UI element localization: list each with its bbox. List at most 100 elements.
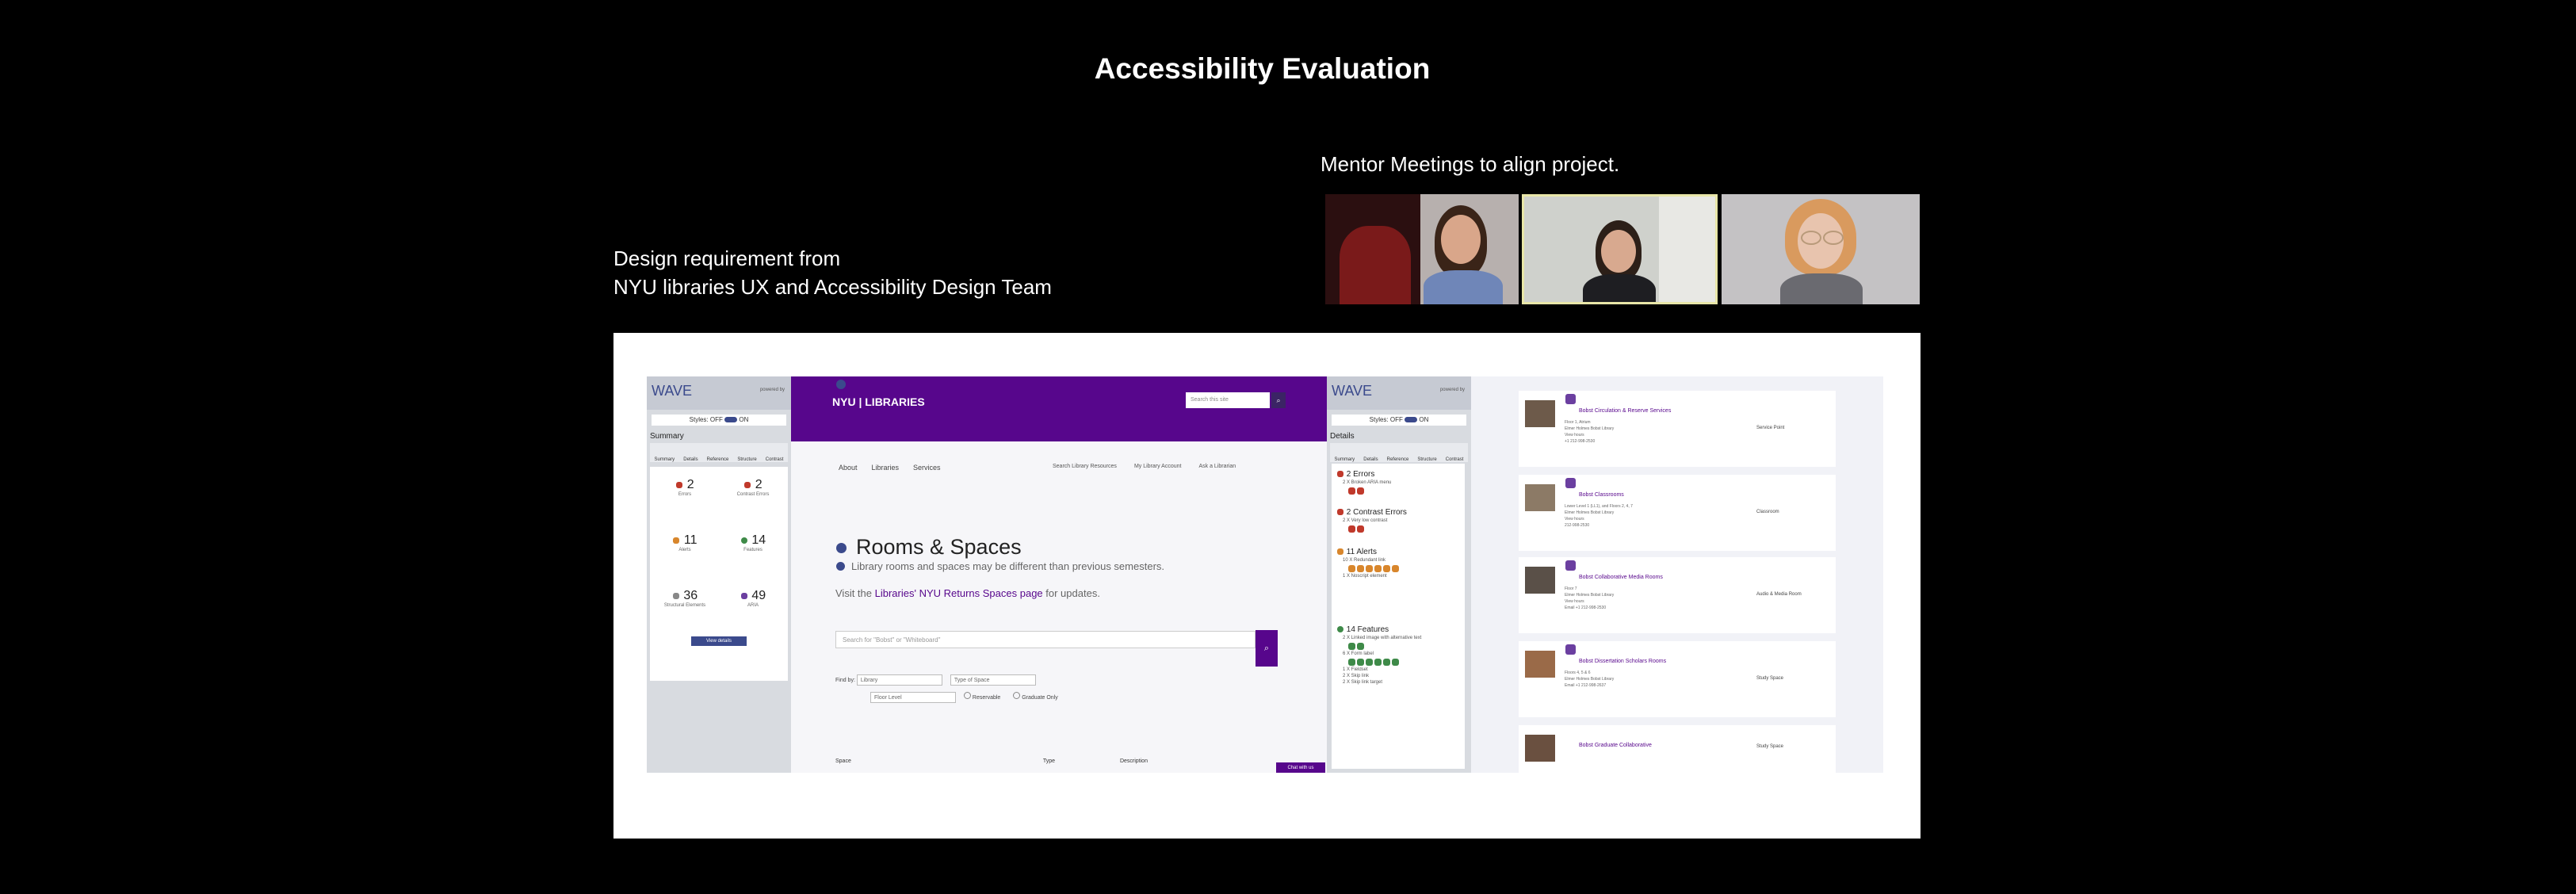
- errors-group[interactable]: 2 Errors 2 X Broken ARIA menu: [1336, 470, 1463, 495]
- nav-ask-librarian[interactable]: Ask a Librarian: [1198, 464, 1236, 469]
- result-card[interactable]: Bobst Dissertation Scholars Rooms Floors…: [1519, 641, 1836, 717]
- result-line[interactable]: View hours: [1565, 432, 1614, 438]
- alert-icon: [673, 537, 680, 544]
- alert-icon[interactable]: [1357, 565, 1364, 573]
- toggle-switch-icon[interactable]: [1405, 417, 1418, 423]
- result-title[interactable]: Bobst Dissertation Scholars Rooms: [1579, 659, 1666, 664]
- features-group[interactable]: 14 Features 2 X Linked image with altern…: [1336, 625, 1463, 685]
- feature-icon[interactable]: [1374, 659, 1382, 667]
- error-icon[interactable]: [1348, 487, 1355, 495]
- rooms-search-button[interactable]: ⌕: [1256, 630, 1278, 667]
- wave-tabs: Summary Details Reference Structure Cont…: [1330, 443, 1468, 462]
- styles-toggle[interactable]: Styles: OFF ON: [1332, 415, 1466, 426]
- wall-shape: [1659, 197, 1715, 302]
- result-title[interactable]: Bobst Graduate Collaborative: [1579, 743, 1652, 748]
- contrast-group[interactable]: 2 Contrast Errors 2 X Very low contrast: [1336, 508, 1463, 533]
- result-type: Service Point: [1756, 426, 1785, 430]
- contrast-icon[interactable]: [1348, 525, 1355, 533]
- tab-contrast[interactable]: Contrast: [1446, 457, 1464, 462]
- tab-structure[interactable]: Structure: [1417, 457, 1436, 462]
- result-card[interactable]: Bobst Classrooms Lower Level 1 (LL1), an…: [1519, 475, 1836, 551]
- result-title[interactable]: Bobst Collaborative Media Rooms: [1579, 575, 1663, 580]
- errors-icons: [1347, 487, 1463, 495]
- feature-icon[interactable]: [1392, 659, 1399, 667]
- result-title[interactable]: Bobst Circulation & Reserve Services: [1579, 408, 1671, 414]
- nav-search-resources[interactable]: Search Library Resources: [1053, 464, 1117, 469]
- returns-spaces-link[interactable]: Libraries' NYU Returns Spaces page: [875, 587, 1043, 599]
- nyu-logo[interactable]: NYU | LIBRARIES: [832, 395, 925, 408]
- alert-icon[interactable]: [1348, 565, 1355, 573]
- tab-summary[interactable]: Summary: [1335, 457, 1355, 462]
- floor-level-select[interactable]: Floor Level: [870, 692, 956, 704]
- alert-icon[interactable]: [1392, 565, 1399, 573]
- feature-icon[interactable]: [1348, 643, 1355, 651]
- result-line[interactable]: View hours: [1565, 598, 1614, 605]
- tab-structure[interactable]: Structure: [737, 457, 756, 462]
- features-item-4[interactable]: 2 X Skip link: [1343, 674, 1463, 678]
- features-item-3[interactable]: 1 X Fieldset: [1343, 667, 1463, 672]
- reservable-checkbox-icon[interactable]: [963, 692, 971, 699]
- graduate-checkbox-icon[interactable]: [1013, 692, 1021, 699]
- styles-on-label: ON: [1419, 416, 1429, 423]
- nav-my-account[interactable]: My Library Account: [1134, 464, 1182, 469]
- stat-contrast-errors: 2 Contrast Errors: [721, 478, 785, 497]
- styles-toggle[interactable]: Styles: OFF ON: [652, 415, 786, 426]
- tab-contrast[interactable]: Contrast: [766, 457, 784, 462]
- features-item-5[interactable]: 2 X Skip link target: [1343, 680, 1463, 685]
- design-requirement-line-1: Design requirement from: [613, 246, 841, 270]
- alerts-item-1[interactable]: 10 X Redundant link: [1343, 558, 1463, 563]
- feature-icon[interactable]: [1348, 659, 1355, 667]
- result-card[interactable]: Bobst Graduate Collaborative Study Space: [1519, 725, 1836, 773]
- stat-count: 36: [683, 589, 698, 602]
- tab-summary[interactable]: Summary: [655, 457, 675, 462]
- visit-prefix: Visit the: [835, 587, 875, 599]
- feature-icon[interactable]: [1357, 643, 1364, 651]
- contrast-item[interactable]: 2 X Very low contrast: [1343, 518, 1463, 523]
- face-shape: [1601, 230, 1636, 273]
- tab-reference[interactable]: Reference: [707, 457, 729, 462]
- alert-icon[interactable]: [1374, 565, 1382, 573]
- library-select[interactable]: Library: [856, 674, 942, 686]
- tab-details[interactable]: Details: [1363, 457, 1378, 462]
- feature-icon[interactable]: [1357, 659, 1364, 667]
- contrast-icons: [1347, 525, 1463, 533]
- view-details-button[interactable]: View details: [691, 636, 747, 646]
- alerts-group[interactable]: 11 Alerts 10 X Redundant link 1 X Noscri…: [1336, 548, 1463, 579]
- stat-count: 2: [686, 478, 694, 491]
- toggle-switch-icon[interactable]: [724, 417, 738, 423]
- nyu-search-input[interactable]: Search this site: [1186, 392, 1270, 408]
- nav-services[interactable]: Services: [913, 464, 941, 472]
- alert-icon[interactable]: [1366, 565, 1373, 573]
- nav-about[interactable]: About: [839, 464, 858, 472]
- space-thumbnail-image: [1525, 484, 1555, 511]
- stat-aria: 49 ARIA: [721, 589, 785, 608]
- features-item-2[interactable]: 6 X Form label: [1343, 651, 1463, 656]
- stat-label: Contrast Errors: [736, 492, 770, 497]
- stat-label: Structural Elements: [663, 603, 706, 608]
- result-card[interactable]: Bobst Collaborative Media Rooms Floor 7 …: [1519, 557, 1836, 633]
- stat-features: 14 Features: [721, 533, 785, 552]
- error-icon[interactable]: [1357, 487, 1364, 495]
- errors-item[interactable]: 2 X Broken ARIA menu: [1343, 480, 1463, 485]
- tab-reference[interactable]: Reference: [1387, 457, 1409, 462]
- alert-icon[interactable]: [1383, 565, 1390, 573]
- contrast-icon[interactable]: [1357, 525, 1364, 533]
- features-item-1[interactable]: 2 X Linked image with alternative text: [1343, 636, 1463, 640]
- nav-libraries[interactable]: Libraries: [872, 464, 900, 472]
- feature-icon[interactable]: [1366, 659, 1373, 667]
- type-of-space-select[interactable]: Type of Space: [950, 674, 1036, 686]
- stat-count: 14: [751, 533, 766, 547]
- result-title[interactable]: Bobst Classrooms: [1579, 492, 1624, 498]
- alerts-item-2[interactable]: 1 X Noscript element: [1343, 574, 1463, 579]
- contrast-icon: [744, 481, 751, 488]
- results-list: Bobst Circulation & Reserve Services Flo…: [1471, 376, 1883, 773]
- result-card[interactable]: Bobst Circulation & Reserve Services Flo…: [1519, 391, 1836, 467]
- result-line[interactable]: View hours: [1565, 516, 1633, 522]
- result-line: Floor 1, Atrium: [1565, 420, 1591, 425]
- rooms-search-input[interactable]: Search for "Bobst" or "Whiteboard": [835, 631, 1256, 648]
- nyu-search-button[interactable]: ⌕: [1271, 392, 1286, 408]
- chat-button[interactable]: Chat with us: [1276, 762, 1325, 773]
- mentor-caption: Mentor Meetings to align project.: [1320, 152, 1620, 176]
- feature-icon[interactable]: [1383, 659, 1390, 667]
- tab-details[interactable]: Details: [683, 457, 698, 462]
